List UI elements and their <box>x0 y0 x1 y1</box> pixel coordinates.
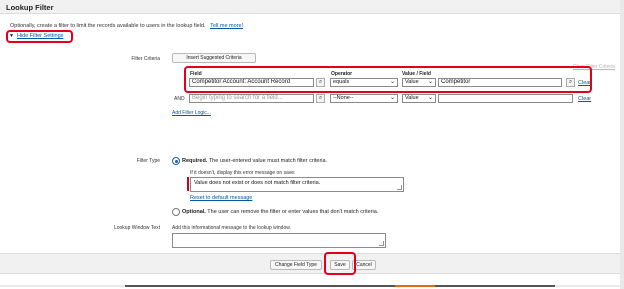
page-edge <box>620 0 624 289</box>
clear-row-2-link[interactable]: Clear <box>578 96 591 102</box>
required-bold: Required. <box>182 158 208 164</box>
bottom-strip-accent <box>395 285 435 287</box>
clear-row-1-link[interactable]: Clear <box>578 80 591 86</box>
tell-me-more-link[interactable]: Tell me more! <box>210 23 243 29</box>
chevron-down-icon: ⌄ <box>427 79 433 85</box>
resize-grip-icon[interactable] <box>379 241 384 246</box>
error-message-textarea[interactable]: Value does not exist or does not match f… <box>190 177 404 192</box>
field-lookup-icon-1[interactable]: ⌕ <box>316 78 325 87</box>
filter-type-label: Filter Type <box>136 158 160 164</box>
and-label: AND <box>174 96 185 102</box>
clear-filter-criteria-link[interactable]: Clear Filter Criteria <box>573 64 615 70</box>
bottom-strip-dark <box>125 285 395 287</box>
bottom-strip <box>0 285 620 287</box>
criteria-field-input-1[interactable]: Competitor Account: Account Record <box>189 78 314 87</box>
operator-select-2[interactable]: --None-- ⌄ <box>330 94 398 103</box>
save-button[interactable]: Save <box>330 260 350 270</box>
filter-criteria-label: Filter Criteria <box>131 56 160 62</box>
chevron-down-icon: ⌄ <box>389 79 395 85</box>
hide-filter-settings-toggle[interactable]: ▼ Hide Filter Settings <box>9 33 63 39</box>
required-radio[interactable] <box>172 157 180 165</box>
field-lookup-icon-2[interactable]: ⌕ <box>316 94 325 103</box>
value-type-select-2-value: Value <box>405 95 419 101</box>
hide-filter-settings-label: Hide Filter Settings <box>16 33 64 39</box>
value-type-select-1[interactable]: Value ⌄ <box>402 78 436 87</box>
chevron-down-icon: ⌄ <box>389 95 395 101</box>
bottom-strip-dark-2 <box>435 285 555 287</box>
change-field-type-button[interactable]: Change Field Type <box>270 260 322 270</box>
resize-grip-icon[interactable] <box>397 185 402 190</box>
operator-select-2-value: --None-- <box>333 95 354 101</box>
value-type-select-2[interactable]: Value ⌄ <box>402 94 436 103</box>
value-type-select-1-value: Value <box>405 79 419 85</box>
error-highlight-bar <box>187 177 189 191</box>
operator-select-1-value: equals <box>333 79 350 85</box>
footer-bar: Change Field Type Save Cancel <box>0 253 620 274</box>
lookup-window-prompt: Add this informational message to the lo… <box>172 225 291 231</box>
optional-description: The user can remove the filter or enter … <box>207 209 379 215</box>
error-message-prompt: If it doesn't, display this error messag… <box>190 170 296 176</box>
section-title: Lookup Filter <box>6 3 54 12</box>
lookup-window-textarea[interactable] <box>172 233 386 248</box>
required-option-text: Required. The user-entered value must ma… <box>182 158 327 164</box>
value-lookup-icon-1[interactable]: ⌕ <box>566 78 575 87</box>
optional-bold: Optional. <box>182 209 206 215</box>
reset-default-message-link[interactable]: Reset to default message <box>190 195 252 201</box>
field-column-header: Field <box>190 71 202 77</box>
criteria-value-input-1[interactable]: Competitor <box>438 78 562 87</box>
section-header: Lookup Filter <box>0 0 620 14</box>
optional-option-text: Optional. The user can remove the filter… <box>182 209 378 215</box>
value-column-header: Value / Field <box>402 71 431 77</box>
operator-column-header: Operator <box>331 71 353 77</box>
error-message-text: Value does not exist or does not match f… <box>194 180 321 186</box>
intro-text-row: Optionally, create a filter to limit the… <box>10 23 243 29</box>
operator-select-1[interactable]: equals ⌄ <box>330 78 398 87</box>
add-filter-logic-link[interactable]: Add Filter Logic... <box>172 110 211 116</box>
cancel-button[interactable]: Cancel <box>352 260 376 270</box>
required-description: The user-entered value must match filter… <box>208 158 328 164</box>
criteria-field-input-2[interactable]: Begin typing to search for a field... <box>189 94 314 103</box>
optional-radio[interactable] <box>172 208 180 216</box>
triangle-down-icon: ▼ <box>9 33 14 39</box>
insert-suggested-criteria-button[interactable]: Insert Suggested Criteria <box>172 53 256 63</box>
criteria-value-input-2[interactable] <box>438 94 573 103</box>
intro-text: Optionally, create a filter to limit the… <box>10 23 206 29</box>
chevron-down-icon: ⌄ <box>427 95 433 101</box>
lookup-window-text-label: Lookup Window Text <box>113 225 160 231</box>
